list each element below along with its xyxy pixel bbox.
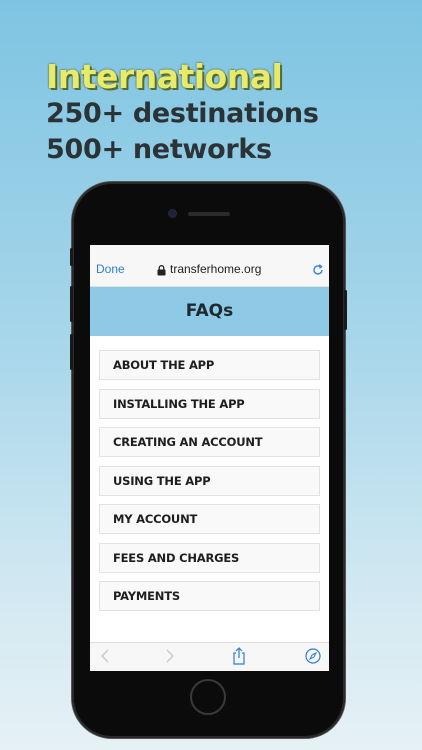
- faq-item-payments[interactable]: PAYMENTS: [99, 581, 320, 611]
- faq-item-creating-account[interactable]: CREATING AN ACCOUNT: [99, 427, 320, 457]
- lock-icon: [157, 263, 166, 281]
- headline-networks: 500+ networks: [46, 134, 272, 165]
- back-icon[interactable]: [100, 649, 110, 668]
- browser-toolbar: [90, 642, 329, 671]
- share-icon[interactable]: [232, 647, 246, 670]
- done-button[interactable]: Done: [96, 262, 125, 276]
- faq-list: ABOUT THE APP INSTALLING THE APP CREATIN…: [90, 336, 329, 661]
- reload-icon[interactable]: [312, 263, 324, 281]
- faq-item-using-app[interactable]: USING THE APP: [99, 465, 320, 496]
- compass-icon[interactable]: [305, 648, 321, 669]
- phone-screen: Done transferhome.org FAQs ABOUT THE APP…: [90, 245, 329, 671]
- front-camera: [169, 210, 176, 217]
- forward-icon[interactable]: [165, 649, 175, 668]
- earpiece-speaker: [188, 212, 230, 216]
- faq-item-about[interactable]: ABOUT THE APP: [99, 350, 320, 380]
- browser-address-bar: Done transferhome.org: [90, 245, 329, 287]
- url-text[interactable]: transferhome.org: [170, 262, 261, 276]
- volume-down-button: [70, 334, 73, 370]
- faq-item-installing[interactable]: INSTALLING THE APP: [99, 388, 320, 419]
- faq-item-my-account[interactable]: MY ACCOUNT: [99, 504, 320, 534]
- volume-up-button: [70, 286, 73, 322]
- headline-destinations: 250+ destinations: [46, 98, 319, 129]
- page-title: FAQs: [90, 287, 329, 336]
- headline-international: International: [46, 57, 283, 96]
- home-button[interactable]: [190, 679, 226, 715]
- mute-switch: [70, 248, 73, 266]
- power-button: [344, 290, 347, 330]
- faq-item-fees[interactable]: FEES AND CHARGES: [99, 542, 320, 573]
- promo-headline: International 250+ destinations 500+ net…: [46, 58, 319, 168]
